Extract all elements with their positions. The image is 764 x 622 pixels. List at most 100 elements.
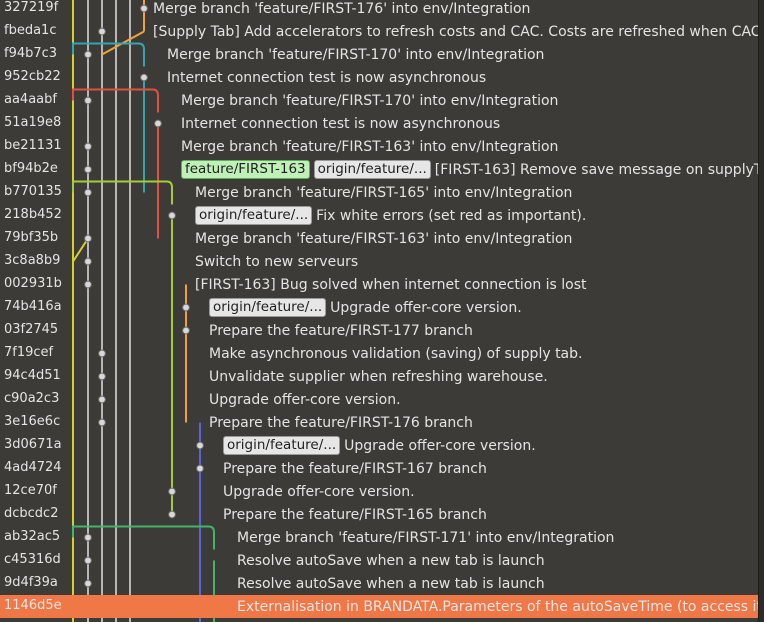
commit-row[interactable]: ab32ac5 Merge branch 'feature/FIRST-171' … bbox=[0, 526, 764, 549]
commit-hash: 94c4d51 bbox=[4, 368, 61, 383]
commit-row[interactable]: dcbcdc2 Prepare the feature/FIRST-165 bra… bbox=[0, 503, 764, 526]
commit-hash: c90a2c3 bbox=[4, 391, 60, 406]
commit-row[interactable]: 9d4f39a Resolve autoSave when a new tab i… bbox=[0, 572, 764, 595]
commit-message: Merge branch 'feature/FIRST-176' into en… bbox=[153, 0, 531, 17]
commit-message-cell: origin/feature/... Upgrade offer-core ver… bbox=[209, 296, 759, 319]
commit-row[interactable]: b770135 Merge branch 'feature/FIRST-165' … bbox=[0, 181, 764, 204]
commit-hash: 12ce70f bbox=[4, 483, 57, 498]
local-branch-tag[interactable]: feature/FIRST-163 bbox=[181, 160, 310, 179]
commit-message-cell: Prepare the feature/FIRST-176 branch bbox=[209, 411, 759, 434]
commit-row[interactable]: c45316d Resolve autoSave when a new tab i… bbox=[0, 549, 764, 572]
commit-hash: dcbcdc2 bbox=[4, 506, 59, 521]
commit-message-cell: Unvalidate supplier when refreshing ware… bbox=[209, 365, 759, 388]
remote-branch-tag[interactable]: origin/feature/... bbox=[195, 206, 313, 225]
commit-row[interactable]: aa4aabf Merge branch 'feature/FIRST-170' … bbox=[0, 89, 764, 112]
commit-message: Prepare the feature/FIRST-165 branch bbox=[223, 506, 487, 523]
commit-row[interactable]: 002931b [FIRST-163] Bug solved when inter… bbox=[0, 273, 764, 296]
commit-message-cell: Merge branch 'feature/FIRST-163' into en… bbox=[181, 135, 759, 158]
commit-row[interactable]: 7f19cef Make asynchronous validation (sav… bbox=[0, 342, 764, 365]
commit-message: Upgrade offer-core version. bbox=[223, 483, 415, 500]
commit-message: Merge branch 'feature/FIRST-170' into en… bbox=[181, 92, 559, 109]
commit-hash: bf94b2e bbox=[4, 161, 58, 176]
commit-row[interactable]: 3e16e6c Prepare the feature/FIRST-176 bra… bbox=[0, 411, 764, 434]
commit-message: Upgrade offer-core version. bbox=[344, 437, 536, 454]
commit-message-cell: Upgrade offer-core version. bbox=[209, 388, 759, 411]
commit-row[interactable]: 218b452 origin/feature/... Fix white error… bbox=[0, 204, 764, 227]
commit-hash: 51a19e8 bbox=[4, 115, 62, 130]
commit-hash: 79bf35b bbox=[4, 230, 59, 245]
commit-row[interactable]: c90a2c3 Upgrade offer-core version. bbox=[0, 388, 764, 411]
commit-message-cell: origin/feature/... Upgrade offer-core ver… bbox=[223, 434, 759, 457]
commit-message: [FIRST-163] Remove save message on suppl… bbox=[434, 161, 759, 178]
commit-row[interactable]: be21131 Merge branch 'feature/FIRST-163' … bbox=[0, 135, 764, 158]
commit-row[interactable]: 3c8a8b9 Switch to new serveurs bbox=[0, 250, 764, 273]
commit-message: Merge branch 'feature/FIRST-165' into en… bbox=[195, 184, 573, 201]
remote-branch-tag[interactable]: origin/feature/... bbox=[313, 160, 431, 179]
commit-row[interactable]: 03f2745 Prepare the feature/FIRST-177 bra… bbox=[0, 319, 764, 342]
commit-message: [Supply Tab] Add accelerators to refresh… bbox=[153, 23, 759, 40]
commit-message-cell: Merge branch 'feature/FIRST-176' into en… bbox=[153, 0, 759, 20]
commit-hash: 7f19cef bbox=[4, 345, 54, 360]
commit-hash: 4ad4724 bbox=[4, 460, 62, 475]
commit-message: Merge branch 'feature/FIRST-163' into en… bbox=[181, 138, 559, 155]
commit-hash: 218b452 bbox=[4, 207, 62, 222]
commit-message: Upgrade offer-core version. bbox=[209, 391, 401, 408]
commit-message: Merge branch 'feature/FIRST-163' into en… bbox=[195, 230, 573, 247]
commit-message-cell: [Supply Tab] Add accelerators to refresh… bbox=[153, 20, 759, 43]
commit-message-cell: Upgrade offer-core version. bbox=[223, 480, 759, 503]
commit-row[interactable]: bf94b2e feature/FIRST-163 origin/feature/.… bbox=[0, 158, 764, 181]
commit-hash: f94b7c3 bbox=[4, 46, 58, 61]
commit-message: Internet connection test is now asynchro… bbox=[181, 115, 501, 132]
commit-hash: 03f2745 bbox=[4, 322, 59, 337]
commit-message: Internet connection test is now asynchro… bbox=[167, 69, 487, 86]
commit-message-cell: Resolve autoSave when a new tab is launc… bbox=[237, 572, 759, 595]
commit-row[interactable]: 79bf35b Merge branch 'feature/FIRST-163' … bbox=[0, 227, 764, 250]
commit-hash: 3c8a8b9 bbox=[4, 253, 61, 268]
commit-hash: b770135 bbox=[4, 184, 62, 199]
commit-hash: 952cb22 bbox=[4, 69, 61, 84]
commit-row[interactable]: 327219f Merge branch 'feature/FIRST-176' … bbox=[0, 0, 764, 20]
commit-row[interactable]: 4ad4724 Prepare the feature/FIRST-167 bra… bbox=[0, 457, 764, 480]
commit-hash: fbeda1c bbox=[4, 23, 57, 38]
right-panel-edge bbox=[758, 0, 764, 622]
commit-row[interactable]: 952cb22 Internet connection test is now a… bbox=[0, 66, 764, 89]
commit-message: Merge branch 'feature/FIRST-170' into en… bbox=[167, 46, 545, 63]
commit-message-cell: Switch to new serveurs bbox=[195, 250, 759, 273]
commit-message-cell: Externalisation in BRANDATA.Parameters o… bbox=[237, 595, 759, 618]
commit-row[interactable]: 1146d5e Externalisation in BRANDATA.Param… bbox=[0, 595, 764, 618]
commit-message-cell: Internet connection test is now asynchro… bbox=[181, 112, 759, 135]
commit-message: Resolve autoSave when a new tab is launc… bbox=[237, 552, 545, 569]
commit-hash: ab32ac5 bbox=[4, 529, 61, 544]
commit-hash: 9d4f39a bbox=[4, 575, 58, 590]
commit-row[interactable]: 12ce70f Upgrade offer-core version. bbox=[0, 480, 764, 503]
commit-message-cell: Merge branch 'feature/FIRST-170' into en… bbox=[167, 43, 759, 66]
commit-message-cell: Prepare the feature/FIRST-167 branch bbox=[223, 457, 759, 480]
commit-message-cell: Merge branch 'feature/FIRST-163' into en… bbox=[195, 227, 759, 250]
commit-hash: 002931b bbox=[4, 276, 62, 291]
commit-row[interactable]: 94c4d51 Unvalidate supplier when refreshi… bbox=[0, 365, 764, 388]
commit-row[interactable]: f94b7c3 Merge branch 'feature/FIRST-170' … bbox=[0, 43, 764, 66]
commit-message-cell: origin/feature/... Fix white errors (set … bbox=[195, 204, 759, 227]
commit-row[interactable]: 3d0671a origin/feature/... Upgrade offer-c… bbox=[0, 434, 764, 457]
commit-message: Prepare the feature/FIRST-176 branch bbox=[209, 414, 473, 431]
commit-hash: 74b416a bbox=[4, 299, 62, 314]
commit-row[interactable]: fbeda1c [Supply Tab] Add accelerators to … bbox=[0, 20, 764, 43]
commit-message-cell: Resolve autoSave when a new tab is launc… bbox=[237, 549, 759, 572]
commit-message-cell: Prepare the feature/FIRST-165 branch bbox=[223, 503, 759, 526]
commit-hash: c45316d bbox=[4, 552, 61, 567]
commit-message: Prepare the feature/FIRST-177 branch bbox=[209, 322, 473, 339]
commit-hash: 3e16e6c bbox=[4, 414, 61, 429]
commit-message: Merge branch 'feature/FIRST-171' into en… bbox=[237, 529, 615, 546]
commit-hash: aa4aabf bbox=[4, 92, 57, 107]
commit-message-cell: Make asynchronous validation (saving) of… bbox=[209, 342, 759, 365]
commit-message-cell: [FIRST-163] Bug solved when internet con… bbox=[195, 273, 759, 296]
commit-message: Resolve autoSave when a new tab is launc… bbox=[237, 575, 545, 592]
remote-branch-tag[interactable]: origin/feature/... bbox=[209, 298, 327, 317]
commit-hash: be21131 bbox=[4, 138, 62, 153]
commit-message: Unvalidate supplier when refreshing ware… bbox=[209, 368, 548, 385]
commit-message: Switch to new serveurs bbox=[195, 253, 359, 270]
commit-row[interactable]: 74b416a origin/feature/... Upgrade offer-c… bbox=[0, 296, 764, 319]
commit-message: Fix white errors (set red as important). bbox=[316, 207, 587, 224]
commit-row[interactable]: 51a19e8 Internet connection test is now a… bbox=[0, 112, 764, 135]
remote-branch-tag[interactable]: origin/feature/... bbox=[223, 436, 341, 455]
